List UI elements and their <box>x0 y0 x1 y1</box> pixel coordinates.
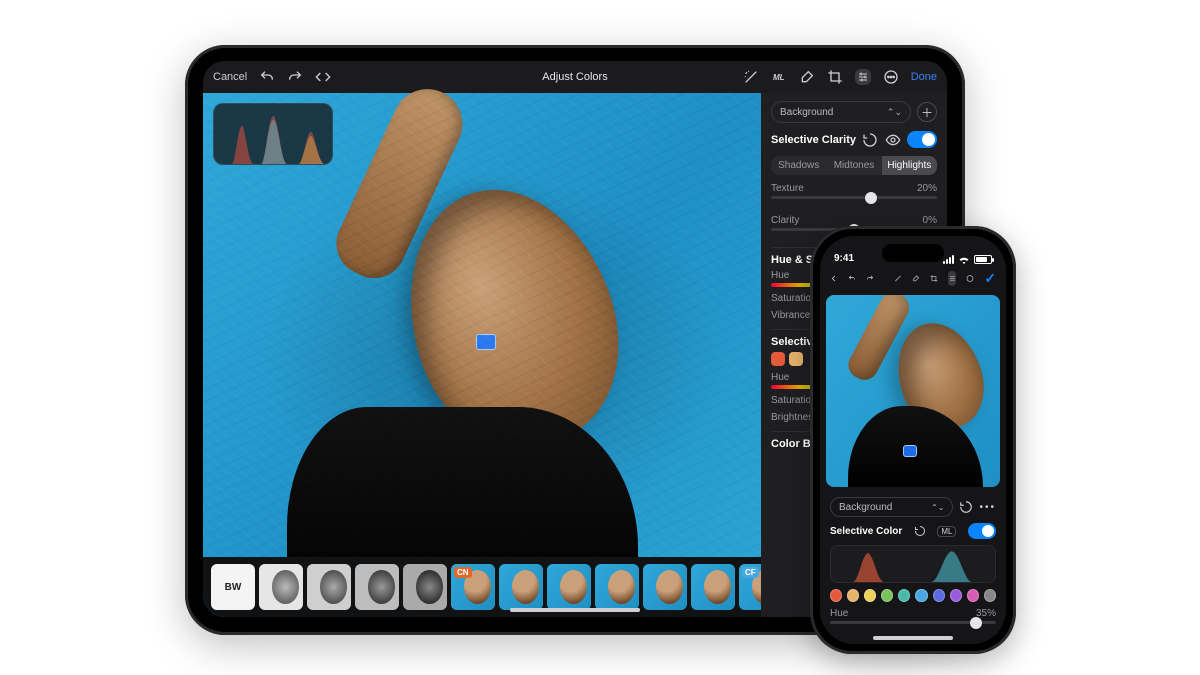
cellular-icon <box>943 255 954 264</box>
filter-strip: BW CN CF <box>203 557 761 617</box>
eye-icon[interactable] <box>885 132 901 148</box>
undo-icon[interactable] <box>848 271 856 286</box>
tab-shadows[interactable]: Shadows <box>771 156 826 175</box>
filter-thumb[interactable] <box>547 564 591 610</box>
tab-midtones[interactable]: Midtones <box>826 156 881 175</box>
iphone-screen: 9:41 ✓ <box>820 236 1006 644</box>
filter-thumb[interactable] <box>643 564 687 610</box>
done-button[interactable]: Done <box>911 71 937 83</box>
add-layer-button[interactable]: ＋ <box>917 102 937 122</box>
redo-icon[interactable] <box>866 271 874 286</box>
wand-icon[interactable] <box>743 69 759 85</box>
swatch[interactable] <box>950 589 962 602</box>
adjustments-icon[interactable] <box>948 271 957 286</box>
swatch[interactable] <box>933 589 945 602</box>
swatch[interactable] <box>984 589 996 602</box>
swatch[interactable] <box>830 589 842 602</box>
histogram[interactable] <box>830 545 996 583</box>
layer-selector[interactable]: Background⌃⌄ <box>771 101 911 123</box>
filter-thumb[interactable] <box>499 564 543 610</box>
section-clarity: Selective Clarity <box>771 134 856 146</box>
canvas[interactable]: BW CN CF <box>203 93 761 617</box>
swatch[interactable] <box>915 589 927 602</box>
swatch[interactable] <box>864 589 876 602</box>
crop-icon[interactable] <box>827 69 843 85</box>
filter-thumb[interactable] <box>355 564 399 610</box>
undo-icon[interactable] <box>259 69 275 85</box>
back-icon[interactable] <box>830 271 838 286</box>
swatch[interactable] <box>898 589 910 602</box>
iphone-canvas[interactable] <box>826 295 1000 487</box>
histogram[interactable] <box>213 103 333 165</box>
reset-icon[interactable] <box>914 525 926 537</box>
filter-thumb-selected[interactable]: CN <box>451 564 495 610</box>
more-button[interactable]: ••• <box>979 502 996 513</box>
iphone-toolbar: ✓ <box>820 266 1006 291</box>
reset-icon[interactable] <box>959 500 973 514</box>
wifi-icon <box>958 255 970 264</box>
wand-icon[interactable] <box>894 271 902 286</box>
texture-slider[interactable]: Texture20% <box>771 183 937 207</box>
filter-thumb[interactable]: CF <box>739 564 761 610</box>
more-icon[interactable] <box>966 271 974 286</box>
selective-toggle[interactable] <box>968 523 996 539</box>
redo-icon[interactable] <box>287 69 303 85</box>
filter-thumb[interactable] <box>307 564 351 610</box>
clarity-toggle[interactable] <box>907 131 937 148</box>
hue-slider[interactable]: Hue35% <box>830 608 996 624</box>
iphone-device-frame: 9:41 ✓ <box>810 226 1016 654</box>
swatch[interactable] <box>789 352 803 366</box>
more-icon[interactable] <box>883 69 899 85</box>
color-swatches[interactable] <box>830 589 996 602</box>
dynamic-island <box>882 244 944 262</box>
battery-icon <box>974 255 992 264</box>
tone-segmented[interactable]: Shadows Midtones Highlights <box>771 156 937 175</box>
home-indicator[interactable] <box>510 608 640 612</box>
subject-marker-icon[interactable] <box>476 334 496 350</box>
crop-icon[interactable] <box>930 271 938 286</box>
swatch[interactable] <box>881 589 893 602</box>
swatch[interactable] <box>771 352 785 366</box>
home-indicator[interactable] <box>873 636 953 640</box>
photo <box>203 93 761 617</box>
reset-icon[interactable] <box>862 132 878 148</box>
page-title: Adjust Colors <box>458 71 693 83</box>
brush-icon[interactable] <box>912 271 920 286</box>
adjustments-icon[interactable] <box>855 69 871 85</box>
filter-thumb[interactable] <box>259 564 303 610</box>
code-icon[interactable] <box>315 69 331 85</box>
layer-selector[interactable]: Background⌃⌄ <box>830 497 953 517</box>
filter-thumb[interactable] <box>691 564 735 610</box>
swatch[interactable] <box>967 589 979 602</box>
filter-bw-button[interactable]: BW <box>211 564 255 610</box>
status-time: 9:41 <box>834 253 854 264</box>
section-selective: Selective Color <box>830 526 902 537</box>
ipad-toolbar: Cancel Adjust Colors ML Done <box>203 61 947 93</box>
ml-chip[interactable]: ML <box>937 526 956 537</box>
iphone-inspector: Background⌃⌄ ••• Selective Color ML <box>820 491 1006 644</box>
cancel-button[interactable]: Cancel <box>213 71 247 83</box>
filter-thumb[interactable] <box>595 564 639 610</box>
tab-highlights[interactable]: Highlights <box>882 156 937 175</box>
brush-icon[interactable] <box>799 69 815 85</box>
subject-marker-icon[interactable] <box>903 445 917 457</box>
filter-thumb[interactable] <box>403 564 447 610</box>
done-check-button[interactable]: ✓ <box>984 270 996 287</box>
swatch[interactable] <box>847 589 859 602</box>
ml-icon[interactable]: ML <box>771 69 787 85</box>
